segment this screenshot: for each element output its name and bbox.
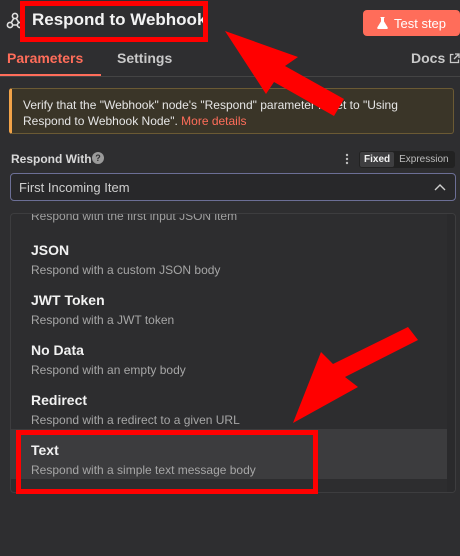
option-description: Respond with an empty body	[31, 363, 186, 377]
option-title: JWT Token	[31, 292, 105, 308]
option-title: Redirect	[31, 392, 88, 408]
option-title: JSON	[31, 242, 70, 258]
flask-icon	[377, 17, 388, 29]
mode-expression-button[interactable]: Expression	[395, 151, 452, 168]
option-title: No Data	[31, 342, 84, 358]
more-options-icon[interactable]	[345, 153, 349, 165]
test-step-button[interactable]: Test step	[363, 10, 460, 36]
external-link-icon[interactable]	[449, 53, 460, 64]
option-description: Respond with a redirect to a given URL	[31, 413, 240, 427]
dropdown-scrollbar[interactable]	[447, 214, 455, 492]
chevron-up-icon	[434, 184, 446, 191]
option-description: Respond with a custom JSON body	[31, 263, 221, 277]
respond-with-label: Respond With	[11, 152, 92, 166]
more-details-link[interactable]: More details	[181, 114, 246, 128]
annotation-highlight-box	[20, 1, 208, 42]
first-item-description[interactable]: Respond with the first input JSON item	[31, 214, 237, 223]
tab-docs[interactable]: Docs	[411, 50, 445, 66]
annotation-highlight-box	[16, 430, 318, 494]
test-step-label: Test step	[393, 15, 447, 31]
option-description: Respond with a JWT token	[31, 313, 175, 327]
fixed-expression-toggle: Fixed Expression	[359, 151, 455, 168]
tab-parameters[interactable]: Parameters	[7, 50, 83, 66]
select-value: First Incoming Item	[19, 180, 130, 195]
option-redirect[interactable]: Redirect Respond with a redirect to a gi…	[11, 379, 447, 429]
option-jwt-token[interactable]: JWT Token Respond with a JWT token	[11, 279, 447, 329]
option-json[interactable]: JSON Respond with a custom JSON body	[11, 229, 447, 279]
question-icon[interactable]: ?	[92, 152, 104, 164]
tabs-divider	[0, 76, 460, 77]
respond-with-select[interactable]: First Incoming Item	[10, 173, 456, 201]
tab-settings[interactable]: Settings	[117, 50, 172, 66]
option-no-data[interactable]: No Data Respond with an empty body	[11, 329, 447, 379]
mode-fixed-button[interactable]: Fixed	[360, 152, 395, 167]
notice-callout: Verify that the "Webhook" node's "Respon…	[9, 88, 454, 134]
